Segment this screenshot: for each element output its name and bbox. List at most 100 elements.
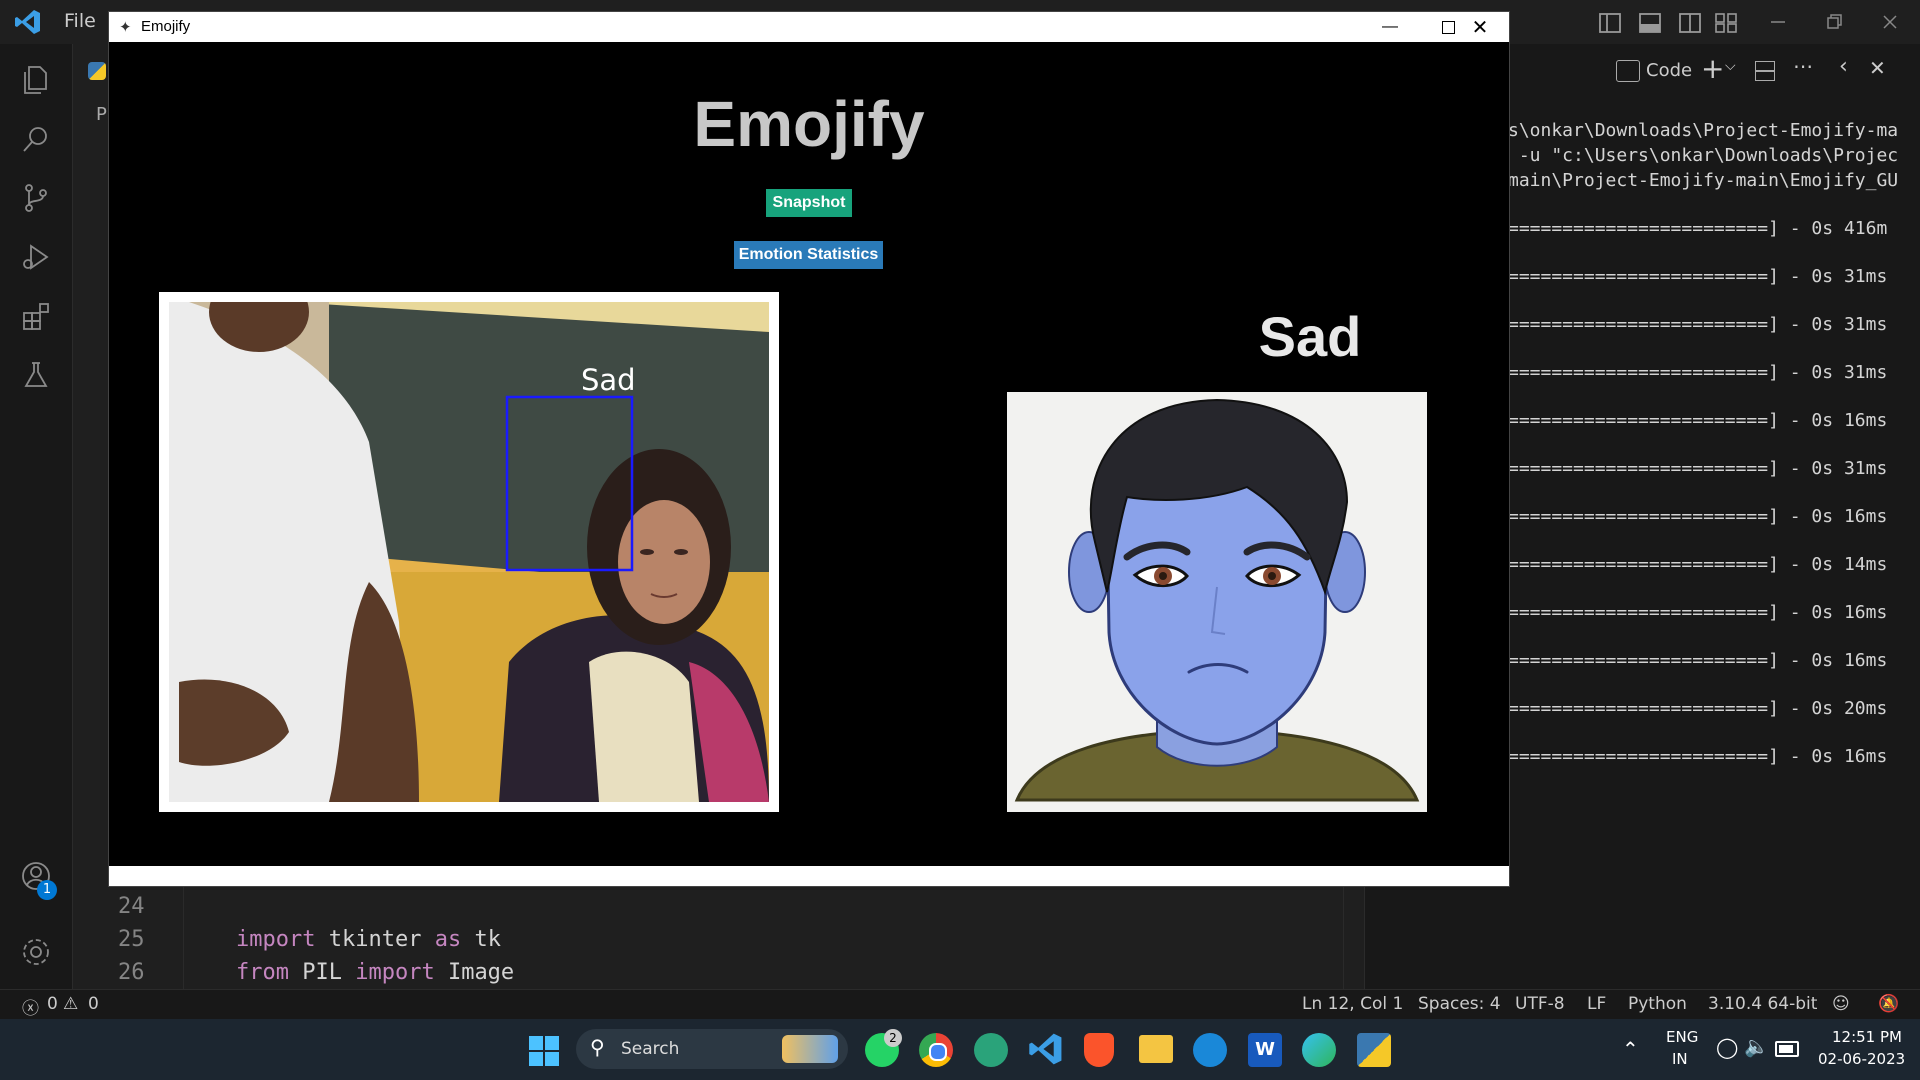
- windows-start-icon[interactable]: [529, 1036, 559, 1066]
- warning-icon[interactable]: ⚠: [63, 994, 78, 1014]
- testing-icon[interactable]: [14, 353, 58, 397]
- terminal-progress-line: ========================] - 0s 31ms: [1508, 458, 1888, 479]
- keyword: import: [236, 927, 316, 952]
- taskbar-search-label: Search: [621, 1039, 680, 1059]
- new-terminal-icon[interactable]: +: [1701, 52, 1724, 85]
- terminal-progress-line: ========================] - 0s 31ms: [1508, 266, 1888, 287]
- close-panel-icon[interactable]: ✕: [1869, 56, 1886, 80]
- python-interpreter[interactable]: 3.10.4 64-bit: [1708, 994, 1817, 1014]
- emojify-window: ✦ Emojify — ✕ Emojify Snapshot Emotion S…: [108, 11, 1510, 887]
- warning-count[interactable]: 0: [88, 994, 99, 1014]
- search-highlight-icon: [782, 1035, 838, 1063]
- windows-taskbar: ⚲ Search 2 W ⌃ ENG IN ◯ 🔈 12:51 PM 02-06…: [0, 1019, 1920, 1080]
- emotion-statistics-button[interactable]: Emotion Statistics: [734, 241, 883, 269]
- close-button[interactable]: ✕: [1451, 12, 1509, 42]
- taskbar-search-box[interactable]: ⚲ Search: [576, 1029, 848, 1069]
- emotion-label: Sad: [1258, 305, 1362, 368]
- vscode-taskbar-icon[interactable]: [1028, 1031, 1064, 1067]
- globe-icon[interactable]: ◯: [1716, 1035, 1738, 1059]
- file-explorer-icon[interactable]: [1139, 1035, 1173, 1063]
- error-count[interactable]: 0: [47, 994, 58, 1014]
- status-bar: ⓧ 0 ⚠ 0 Ln 12, Col 1 Spaces: 4 UTF-8 LF …: [0, 989, 1920, 1020]
- edge-icon[interactable]: [1302, 1033, 1336, 1067]
- code-text: Image: [434, 960, 515, 985]
- language-top[interactable]: ENG: [1666, 1028, 1698, 1046]
- brave-icon[interactable]: [1084, 1033, 1114, 1067]
- word-icon[interactable]: W: [1248, 1033, 1282, 1067]
- error-icon[interactable]: ⓧ: [22, 994, 39, 1019]
- webcam-feed: Sad: [169, 302, 769, 802]
- search-icon[interactable]: [14, 117, 58, 161]
- face-emotion-label: Sad: [581, 363, 636, 397]
- vscode-logo-icon: [14, 8, 42, 36]
- explorer-tab-letter: P: [96, 104, 107, 125]
- terminal-progress-line: ========================] - 0s 16ms: [1508, 650, 1888, 671]
- whatsapp-badge: 2: [884, 1029, 902, 1047]
- split-terminal-icon[interactable]: [1755, 61, 1775, 81]
- volume-icon[interactable]: 🔈: [1744, 1034, 1769, 1058]
- terminal-progress-line: ========================] - 0s 16ms: [1508, 410, 1888, 431]
- code-line-import-tkinter[interactable]: import tkinter as tk: [236, 927, 501, 952]
- cursor-position[interactable]: Ln 12, Col 1: [1302, 994, 1403, 1014]
- terminal-line: s\onkar\Downloads\Project-Emojify-ma: [1508, 120, 1899, 141]
- terminal-profile-label[interactable]: Code: [1646, 60, 1692, 81]
- encoding[interactable]: UTF-8: [1515, 994, 1565, 1014]
- terminal-profile-icon: [1616, 60, 1640, 82]
- vscode-minimize-button[interactable]: [1766, 10, 1790, 34]
- clock-date[interactable]: 02-06-2023: [1818, 1050, 1905, 1068]
- terminal-progress-line: ========================] - 0s 416m: [1508, 218, 1888, 239]
- headphones-app-icon[interactable]: [1193, 1033, 1227, 1067]
- code-line-import-pil[interactable]: from PIL import Image: [236, 960, 514, 985]
- vscode-restore-button[interactable]: [1822, 10, 1846, 34]
- terminal-progress-line: ========================] - 0s 31ms: [1508, 362, 1888, 383]
- feather-icon: ✦: [119, 19, 132, 36]
- minimize-button[interactable]: —: [1361, 12, 1419, 42]
- extensions-icon[interactable]: [14, 294, 58, 338]
- keyword: import: [355, 960, 435, 985]
- terminal-progress-line: ========================] - 0s 20ms: [1508, 698, 1888, 719]
- battery-icon[interactable]: [1775, 1041, 1799, 1057]
- snapshot-button[interactable]: Snapshot: [766, 189, 852, 217]
- feedback-icon[interactable]: ☺: [1832, 994, 1850, 1014]
- menu-file[interactable]: File: [64, 10, 96, 32]
- run-debug-icon[interactable]: [14, 235, 58, 279]
- settings-gear-icon[interactable]: [14, 930, 58, 974]
- indentation[interactable]: Spaces: 4: [1418, 994, 1501, 1014]
- chevron-up-icon[interactable]: ⌃: [1622, 1037, 1639, 1061]
- layout-icons: [1598, 11, 1738, 39]
- chevron-down-icon[interactable]: ⌵: [1725, 58, 1736, 74]
- explorer-icon[interactable]: [14, 58, 58, 102]
- vscode-close-button[interactable]: [1878, 10, 1902, 34]
- terminal-progress-line: ========================] - 0s 14ms: [1508, 554, 1888, 575]
- language-mode[interactable]: Python: [1628, 994, 1687, 1014]
- terminal-progress-line: ========================] - 0s 16ms: [1508, 506, 1888, 527]
- code-text: tkinter: [315, 927, 435, 952]
- keyword: as: [434, 927, 462, 952]
- source-control-icon[interactable]: [14, 176, 58, 220]
- terminal-line: main\Project-Emojify-main\Emojify_GU: [1508, 170, 1899, 191]
- accounts-badge: 1: [37, 880, 57, 900]
- webcam-frame: Sad: [159, 292, 779, 812]
- terminal-line: -u "c:\Users\onkar\Downloads\Projec: [1508, 145, 1899, 166]
- window-bottom-bar: [109, 866, 1509, 886]
- clock-time[interactable]: 12:51 PM: [1832, 1028, 1902, 1046]
- chrome-icon[interactable]: [919, 1033, 953, 1067]
- notifications-bell-icon[interactable]: 🔕: [1878, 994, 1899, 1014]
- app-heading: Emojify: [693, 88, 925, 160]
- keyword: from: [236, 960, 289, 985]
- code-text: tk: [461, 927, 501, 952]
- window-title-bar[interactable]: ✦ Emojify — ✕: [109, 12, 1509, 42]
- python-file-icon: [88, 62, 106, 80]
- terminal-progress-line: ========================] - 0s 31ms: [1508, 314, 1888, 335]
- python-taskbar-icon[interactable]: [1357, 1033, 1391, 1067]
- language-bottom[interactable]: IN: [1672, 1050, 1688, 1068]
- emoji-avatar: [1007, 392, 1427, 812]
- chevron-left-icon[interactable]: ‹: [1839, 54, 1848, 79]
- line-number: 26: [118, 960, 145, 985]
- terminal-progress-line: ========================] - 0s 16ms: [1508, 602, 1888, 623]
- more-actions-icon[interactable]: ⋯: [1793, 54, 1813, 78]
- chatgpt-icon[interactable]: [974, 1033, 1008, 1067]
- code-text: PIL: [288, 960, 356, 985]
- line-number: 25: [118, 927, 145, 952]
- end-of-line[interactable]: LF: [1587, 994, 1606, 1014]
